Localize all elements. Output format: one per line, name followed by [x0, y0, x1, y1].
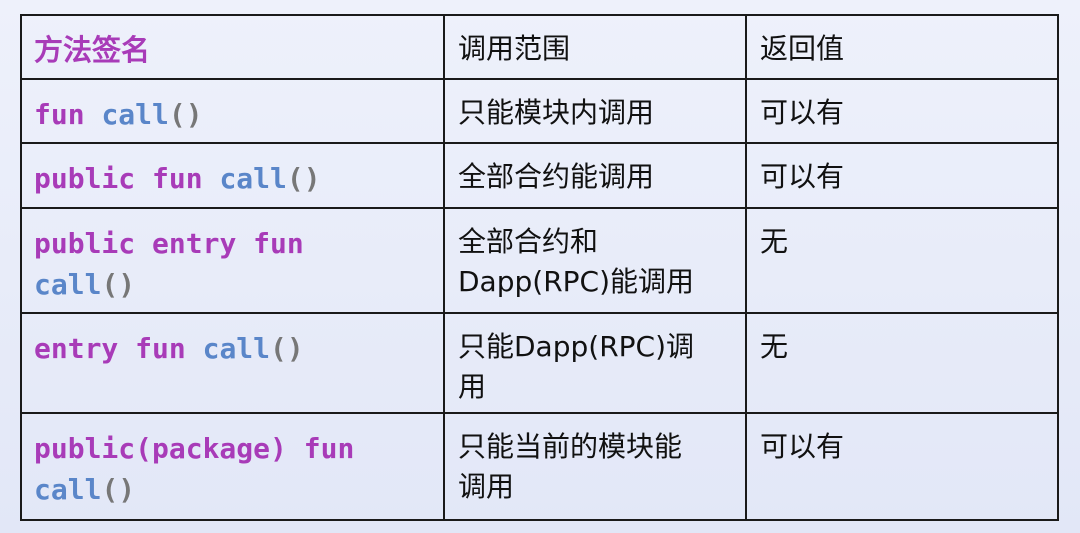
returns-cell: 无	[745, 312, 1059, 414]
method-signature: public fun call()	[22, 144, 443, 199]
table-row: public entry fun call() 全部合约和 Dapp(RPC)能调…	[20, 207, 1059, 314]
method-signature: entry fun call()	[22, 314, 443, 369]
table-row: entry fun call() 只能Dapp(RPC)调 用 无	[20, 312, 1059, 414]
keyword-token: fun	[135, 332, 186, 365]
keyword-token: public	[34, 162, 136, 195]
table-row: public(package) fun call() 只能当前的模块能 调用 可以…	[20, 412, 1059, 521]
returns-cell: 无	[745, 207, 1059, 314]
signature-cell: public fun call()	[20, 142, 445, 209]
function-name-token: call	[101, 98, 169, 131]
scope-cell: 全部合约能调用	[443, 142, 747, 209]
keyword-token: entry	[152, 227, 237, 260]
table-row: public fun call() 全部合约能调用 可以有	[20, 142, 1059, 209]
scope-text: 只能模块内调用	[458, 96, 655, 129]
keyword-token: public	[34, 227, 136, 260]
keyword-token: fun	[152, 162, 203, 195]
returns-text: 无	[760, 330, 789, 363]
scope-text: 只能Dapp(RPC)调 用	[445, 314, 745, 407]
header-signature-label: 方法签名	[34, 33, 151, 67]
returns-cell: 可以有	[745, 142, 1059, 209]
keyword-token: fun	[303, 432, 355, 465]
signature-cell: fun call()	[20, 78, 445, 144]
method-signature: fun call()	[22, 80, 443, 135]
scope-text: 只能当前的模块能 调用	[445, 414, 745, 507]
signature-cell: public entry fun call()	[20, 207, 445, 314]
header-cell-scope: 调用范围	[443, 14, 747, 80]
scope-text: 全部合约能调用	[458, 160, 655, 193]
method-visibility-table: 方法签名 调用范围 返回值 fun call() 只能模块内调用 可以有 pub…	[20, 14, 1059, 521]
function-name-token: call	[34, 268, 102, 301]
method-visibility-table-frame: 方法签名 调用范围 返回值 fun call() 只能模块内调用 可以有 pub…	[20, 14, 1059, 521]
scope-line: 全部合约和	[458, 225, 599, 258]
method-signature: public(package) fun call()	[22, 414, 443, 510]
function-name-token: call	[219, 162, 287, 195]
header-cell-returns: 返回值	[745, 14, 1059, 80]
returns-text: 可以有	[760, 96, 845, 129]
parens-token: ()	[101, 268, 136, 301]
header-returns-label: 返回值	[760, 32, 845, 65]
parens-token: ()	[168, 98, 203, 131]
header-cell-signature: 方法签名	[20, 14, 445, 80]
scope-cell: 只能Dapp(RPC)调 用	[443, 312, 747, 414]
scope-text: 全部合约和 Dapp(RPC)能调用	[445, 209, 745, 302]
table-row: fun call() 只能模块内调用 可以有	[20, 78, 1059, 144]
header-scope-label: 调用范围	[458, 32, 571, 65]
parens-token: ()	[286, 162, 321, 195]
scope-line: 只能当前的模块能	[458, 430, 683, 463]
scope-line: Dapp(RPC)能调用	[458, 265, 695, 298]
returns-cell: 可以有	[745, 412, 1059, 521]
scope-line: 只能Dapp(RPC)调	[458, 330, 695, 363]
returns-text: 可以有	[760, 160, 845, 193]
returns-text: 无	[760, 225, 789, 258]
signature-cell: public(package) fun call()	[20, 412, 445, 521]
keyword-token: entry	[34, 332, 119, 365]
signature-cell: entry fun call()	[20, 312, 445, 414]
function-name-token: call	[202, 332, 271, 365]
scope-cell: 只能当前的模块能 调用	[443, 412, 747, 521]
parens-token: ()	[101, 473, 136, 506]
returns-cell: 可以有	[745, 78, 1059, 144]
scope-cell: 全部合约和 Dapp(RPC)能调用	[443, 207, 747, 314]
returns-text: 可以有	[760, 430, 845, 463]
scope-line: 用	[458, 370, 487, 403]
scope-cell: 只能模块内调用	[443, 78, 747, 144]
function-name-token: call	[34, 473, 102, 506]
method-signature: public entry fun call()	[22, 209, 443, 305]
keyword-token: fun	[253, 227, 304, 260]
keyword-token: fun	[34, 98, 85, 131]
table-header-row: 方法签名 调用范围 返回值	[20, 14, 1059, 80]
parens-token: ()	[270, 332, 304, 365]
keyword-token: public(package)	[34, 432, 287, 465]
scope-line: 调用	[458, 470, 515, 503]
